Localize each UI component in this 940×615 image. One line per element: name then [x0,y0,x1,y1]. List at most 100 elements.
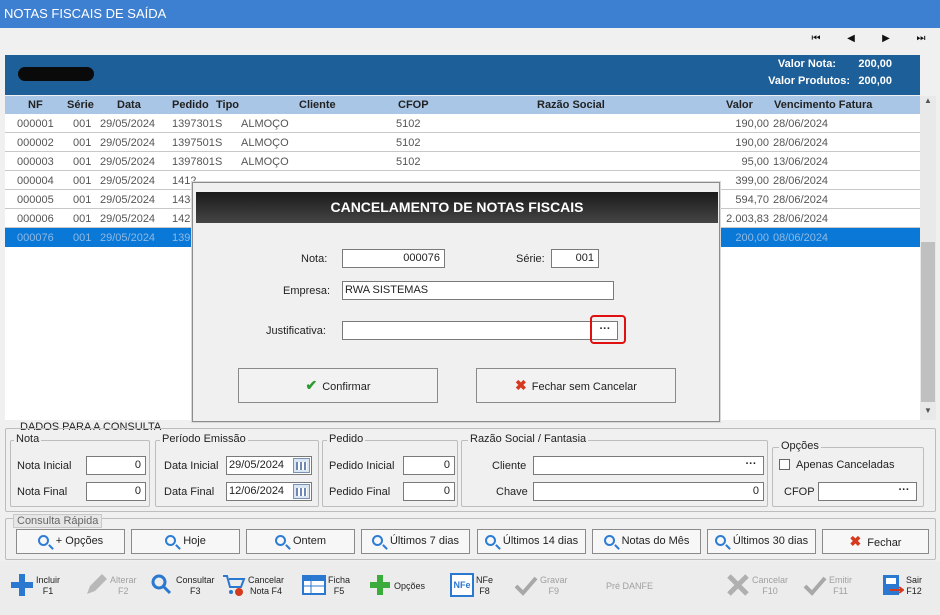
scroll-down-icon[interactable]: ▼ [920,406,936,415]
chave-input[interactable]: 0 [533,482,764,501]
pedido-inicial-input[interactable]: 0 [403,456,455,475]
cell-serie: 001 [73,213,92,225]
cancelar-nota-button[interactable]: Cancelar Nota F4 [222,571,292,607]
data-inicial-input[interactable]: 29/05/2024 [226,456,312,475]
quick-filter-button[interactable]: Últimos 7 dias [361,529,470,554]
quick-filter-button[interactable]: Últimos 30 dias [707,529,816,554]
quick-filter-button[interactable]: Ontem [246,529,355,554]
cell-valor: 95,00 [741,156,769,168]
fechar-sem-cancelar-button[interactable]: ✖ Fechar sem Cancelar [476,368,676,403]
consultar-button[interactable]: Consultar F3 [150,571,218,607]
pedido-final-input[interactable]: 0 [403,482,455,501]
table-row[interactable]: 000003 001 29/05/2024 1397801 S ALMOÇO 5102 95,… [5,152,920,171]
col-serie[interactable]: Série [67,99,94,111]
quick-filter-label: Ontem [292,535,326,547]
table-row[interactable]: 000002 001 29/05/2024 1397501 S ALMOÇO 5102 190… [5,133,920,152]
last-record-button[interactable]: ⏭ [911,30,931,48]
cfop-lookup-button[interactable]: ··· [893,484,915,499]
prev-record-button[interactable]: ◀ [841,30,861,48]
cancelar-nota-key: Nota F4 [250,586,283,596]
col-cfop[interactable]: CFOP [398,99,429,111]
col-razao-social[interactable]: Razão Social [537,99,605,111]
gravar-button[interactable]: Gravar F9 [514,571,574,607]
apenas-canceladas-checkbox[interactable] [779,459,790,470]
ficha-label: Ficha [328,575,351,585]
alterar-key: F2 [118,586,129,596]
col-pedido[interactable]: Pedido [172,99,209,111]
consultar-label: Consultar [176,575,215,585]
gravar-label: Gravar [540,575,568,585]
opcoes-group-title: Opções [779,440,821,452]
calendar-icon[interactable] [293,458,310,473]
pedido-inicial-label: Pedido Inicial [329,460,395,472]
quick-filter-button[interactable]: + Opções [16,529,125,554]
nfe-button[interactable]: NFe NFe F8 [450,571,500,607]
checkmark-icon [803,576,827,596]
redacted-company-name [18,67,94,81]
data-final-input[interactable]: 12/06/2024 [226,482,312,501]
dialog-empresa-input[interactable]: RWA SISTEMAS [342,281,614,300]
scroll-up-icon[interactable]: ▲ [920,96,936,105]
first-record-button[interactable]: ⏮ [806,30,826,48]
fechar-button[interactable]: ✖ Fechar [822,529,929,554]
next-record-button[interactable]: ▶ [876,30,896,48]
dialog-nota-label: Nota: [301,253,328,265]
quick-filter-button[interactable]: Hoje [131,529,240,554]
incluir-button[interactable]: Incluir F1 [10,571,70,607]
cell-data: 29/05/2024 [100,232,156,244]
ficha-button[interactable]: Ficha F5 [302,571,357,607]
cfop-filter-input[interactable]: ··· [818,482,917,501]
cell-valor: 200,00 [735,232,769,244]
incluir-label: Incluir [36,575,61,585]
calendar-icon[interactable] [293,484,310,499]
col-vencimento[interactable]: Vencimento Fatura [774,99,872,111]
apenas-canceladas-label: Apenas Canceladas [796,459,895,471]
col-cliente[interactable]: Cliente [299,99,336,111]
sair-button[interactable]: Sair F12 [880,571,930,607]
green-plus-icon [370,575,390,595]
cart-cancel-icon [223,575,246,596]
valor-produtos-value: 200,00 [858,75,892,87]
nota-inicial-input[interactable]: 0 [86,456,146,475]
cancelar-button[interactable]: Cancelar F10 [726,571,794,607]
confirmar-button[interactable]: ✔ Confirmar [238,368,438,403]
cell-vencimento: 28/06/2024 [773,175,829,187]
grid-vertical-scrollbar[interactable]: ▲ ▼ [920,96,936,420]
quick-filter-button[interactable]: Últimos 14 dias [477,529,586,554]
dialog-nota-input[interactable]: 000076 [342,249,445,268]
table-row[interactable]: 000001 001 29/05/2024 1397301 S ALMOÇO 5102 190… [5,114,920,133]
col-nf[interactable]: NF [28,99,43,111]
data-final-label: Data Final [164,486,215,498]
nota-final-label: Nota Final [17,486,68,498]
cell-pedido: 1397801 [172,156,215,168]
cell-nf: 000005 [17,194,54,206]
nota-final-input[interactable]: 0 [86,482,146,501]
cliente-input[interactable]: ··· [533,456,764,475]
dialog-serie-input[interactable]: 001 [551,249,599,268]
quick-filter-label: Últimos 30 dias [732,535,809,547]
magnifier-icon [37,535,49,546]
nota-inicial-label: Nota Inicial [17,460,72,472]
cell-cliente: ALMOÇO [241,118,289,130]
cell-pedido: 1397301 [172,118,215,130]
quick-filter-button[interactable]: Notas do Mês [592,529,701,554]
alterar-button[interactable]: Alterar F2 [84,571,144,607]
pre-danfe-button[interactable]: Pré DANFE [580,571,653,607]
dialog-justificativa-input[interactable]: ··· [342,321,618,340]
cell-nf: 000006 [17,213,54,225]
magnifier-icon [714,535,726,546]
col-data[interactable]: Data [117,99,141,111]
cell-data: 29/05/2024 [100,118,156,130]
col-tipo[interactable]: Tipo [216,99,239,111]
cell-nf: 000002 [17,137,54,149]
opcoes-button[interactable]: Opções [368,571,432,607]
nfe-label: NFe [476,575,494,585]
cell-vencimento: 28/06/2024 [773,213,829,225]
pedido-final-label: Pedido Final [329,486,391,498]
plus-icon [11,574,33,596]
scroll-thumb[interactable] [921,242,935,402]
emitir-button[interactable]: Emitir F11 [803,571,863,607]
cliente-lookup-button[interactable]: ··· [740,458,762,473]
cell-cliente: ALMOÇO [241,137,289,149]
col-valor[interactable]: Valor [726,99,753,111]
